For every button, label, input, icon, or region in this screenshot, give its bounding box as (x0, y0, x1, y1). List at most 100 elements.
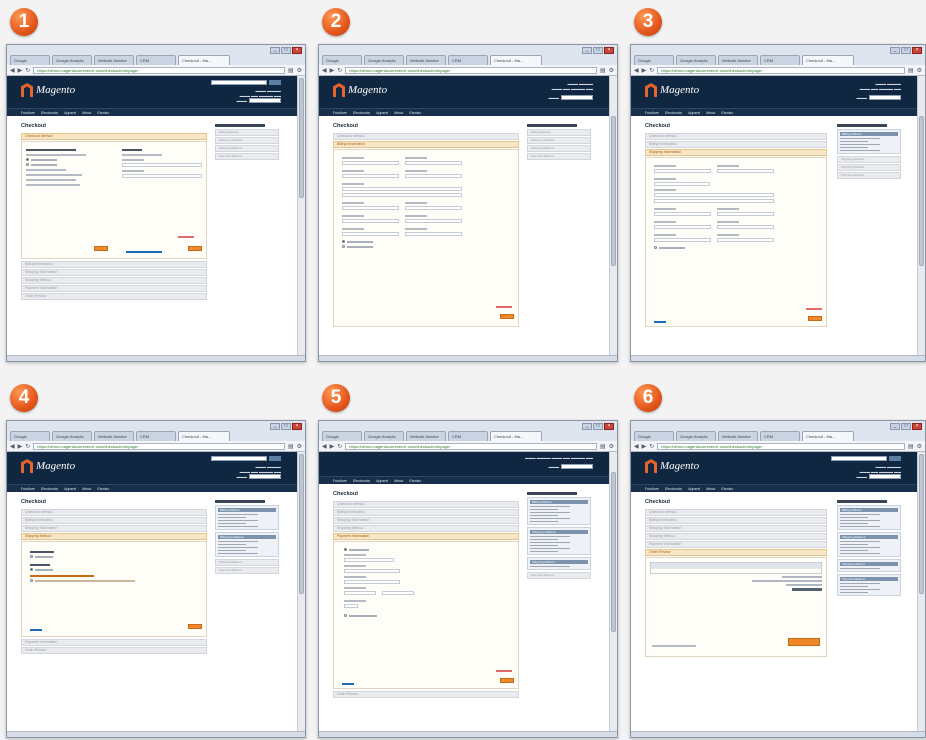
step-shipping[interactable]: Shipping Information (645, 525, 827, 532)
minimize-icon[interactable]: _ (582, 47, 592, 54)
tab-checkout[interactable]: Checkout - Ma... (178, 55, 230, 65)
tab-monitor[interactable]: Website Monitor (94, 55, 134, 65)
search-input[interactable] (211, 456, 267, 461)
close-icon[interactable]: × (912, 423, 922, 430)
nav-item[interactable]: Furniture (645, 111, 659, 115)
url-field[interactable]: https://demo.magentocommerce.com/checkou… (345, 442, 597, 450)
forward-icon[interactable]: ▶ (18, 443, 23, 450)
fax-field[interactable] (717, 238, 774, 242)
window-controls[interactable]: _ □ × (582, 423, 614, 430)
nav-item[interactable]: Electronics (41, 487, 58, 491)
login-button[interactable] (188, 246, 202, 251)
step-shipping-method[interactable]: Shipping Method (21, 277, 207, 284)
free-shipping-radio[interactable] (30, 555, 33, 558)
tab-crm[interactable]: CRM (448, 431, 488, 441)
page-menu-icon[interactable]: ▤ (908, 67, 914, 74)
back-link[interactable] (30, 629, 42, 631)
window-controls[interactable]: _ □ × (270, 423, 302, 430)
language-select[interactable] (561, 464, 593, 469)
nav-item[interactable]: Music (394, 479, 403, 483)
step-billing[interactable]: Billing Information (333, 509, 519, 516)
tab-crm[interactable]: CRM (448, 55, 488, 65)
tab-crm[interactable]: CRM (760, 55, 800, 65)
wrench-icon[interactable]: ⚙ (917, 443, 922, 450)
reload-icon[interactable]: ↻ (337, 67, 342, 74)
back-link[interactable] (654, 321, 666, 323)
step-review[interactable]: Order Review (645, 549, 827, 556)
forward-icon[interactable]: ▶ (18, 67, 23, 74)
nav-item[interactable]: Furniture (333, 111, 347, 115)
step-checkout-method[interactable]: Checkout Method (333, 133, 519, 140)
minimize-icon[interactable]: _ (890, 423, 900, 430)
step-payment[interactable]: Payment Information (333, 533, 519, 540)
nav-item[interactable]: Electronics (353, 479, 370, 483)
wrench-icon[interactable]: ⚙ (609, 443, 614, 450)
tab-google[interactable]: Google (322, 431, 362, 441)
close-icon[interactable]: × (912, 47, 922, 54)
step-checkout-method[interactable]: Checkout Method (645, 509, 827, 516)
language-select[interactable] (869, 95, 901, 100)
exp-month-select[interactable] (344, 591, 376, 595)
card-type-select[interactable] (344, 569, 400, 573)
tab-crm[interactable]: CRM (760, 431, 800, 441)
step-checkout-method[interactable]: Checkout Method (333, 501, 519, 508)
nav-item[interactable]: Music (706, 487, 715, 491)
page-menu-icon[interactable]: ▤ (288, 443, 294, 450)
gift-message-checkbox[interactable] (30, 579, 33, 582)
url-field[interactable]: https://demo.magentocommerce.com/checkou… (345, 66, 597, 74)
first-name-field[interactable] (342, 161, 399, 165)
tab-monitor[interactable]: Website Monitor (94, 431, 134, 441)
step-shipping-method[interactable]: Shipping Method (333, 525, 519, 532)
tab-checkout[interactable]: Checkout - Ma... (802, 55, 854, 65)
search-input[interactable] (211, 80, 267, 85)
scrollbar[interactable] (917, 452, 925, 731)
logo[interactable]: Magento (645, 83, 699, 97)
tab-checkout[interactable]: Checkout - Ma... (490, 431, 542, 441)
zip-field[interactable] (654, 225, 711, 229)
nav-item[interactable]: Furniture (21, 487, 35, 491)
country-select[interactable] (405, 219, 462, 223)
maximize-icon[interactable]: □ (901, 47, 911, 54)
last-name-field[interactable] (405, 161, 462, 165)
forward-icon[interactable]: ▶ (330, 67, 335, 74)
place-order-button[interactable] (788, 638, 820, 646)
tab-analytics[interactable]: Google Analytic (364, 55, 404, 65)
telephone-field[interactable] (342, 232, 399, 236)
tab-analytics[interactable]: Google Analytic (676, 55, 716, 65)
page-menu-icon[interactable]: ▤ (288, 67, 294, 74)
continue-button[interactable] (94, 246, 108, 251)
tab-google[interactable]: Google (322, 55, 362, 65)
page-menu-icon[interactable]: ▤ (908, 443, 914, 450)
tab-checkout[interactable]: Checkout - Ma... (178, 431, 230, 441)
window-controls[interactable]: _ □ × (890, 423, 922, 430)
back-link[interactable] (342, 683, 354, 685)
register-radio[interactable] (26, 163, 29, 166)
back-icon[interactable]: ◀ (10, 443, 15, 450)
check-money-order-radio[interactable] (344, 614, 347, 617)
nav-item[interactable]: Ebooks (409, 479, 421, 483)
tab-analytics[interactable]: Google Analytic (364, 431, 404, 441)
forward-icon[interactable]: ▶ (330, 443, 335, 450)
step-billing[interactable]: Billing Information (645, 517, 827, 524)
logo[interactable]: Magento (645, 459, 699, 473)
nav-item[interactable]: Apparel (64, 487, 76, 491)
step-shipping[interactable]: Shipping Information (333, 517, 519, 524)
back-icon[interactable]: ◀ (10, 67, 15, 74)
tab-google[interactable]: Google (634, 431, 674, 441)
scrollbar[interactable] (297, 452, 305, 731)
name-on-card-field[interactable] (344, 558, 394, 562)
address-line-2[interactable] (654, 199, 774, 203)
company-field[interactable] (654, 182, 710, 186)
reload-icon[interactable]: ↻ (25, 67, 30, 74)
step-checkout-method[interactable]: Checkout Method (645, 133, 827, 140)
nav-item[interactable]: Music (82, 111, 91, 115)
continue-button[interactable] (500, 678, 514, 683)
card-number-field[interactable] (344, 580, 400, 584)
step-payment[interactable]: Payment Information (21, 285, 207, 292)
state-select[interactable] (717, 212, 774, 216)
use-billing-checkbox[interactable] (654, 246, 657, 249)
tab-google[interactable]: Google (10, 55, 50, 65)
language-select[interactable] (249, 98, 281, 103)
address-line-1[interactable] (654, 193, 774, 197)
nav-item[interactable]: Electronics (353, 111, 370, 115)
